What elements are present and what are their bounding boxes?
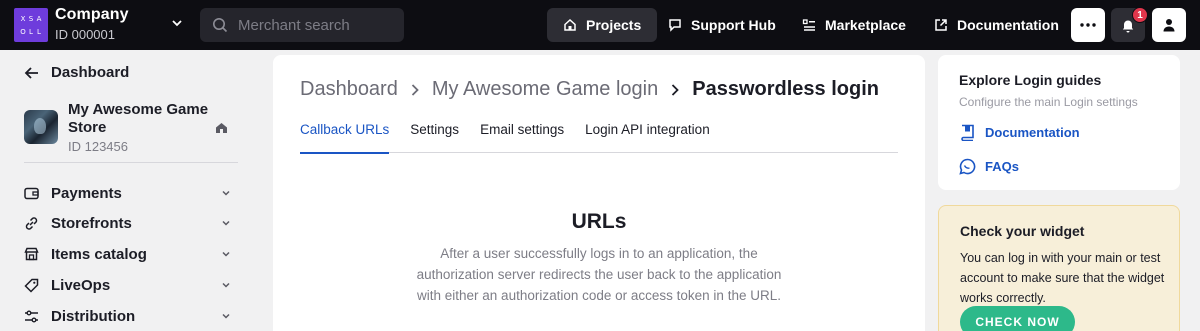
sidebar-item-label: Distribution [51, 307, 136, 325]
project-id: ID 123456 [68, 139, 128, 154]
logo-letter: L [29, 27, 33, 36]
guides-subtitle: Configure the main Login settings [959, 95, 1138, 109]
link-label: Documentation [985, 125, 1080, 140]
faqs-link[interactable]: FAQs [959, 158, 1019, 175]
company-id: ID 000001 [55, 27, 115, 42]
sidebar-item-items-catalog[interactable]: Items catalog [24, 242, 232, 266]
arrow-left-icon [24, 66, 38, 79]
user-icon [1163, 19, 1175, 32]
urls-heading: URLs [571, 210, 627, 233]
sidebar-item-label: Items catalog [51, 245, 147, 263]
notification-badge: 1 [1132, 7, 1148, 23]
home-icon[interactable] [215, 122, 228, 134]
back-to-dashboard[interactable]: Dashboard [24, 64, 129, 81]
search-input[interactable] [238, 16, 398, 34]
chevron-right-icon [670, 83, 680, 97]
main-card: Dashboard My Awesome Game login Password… [273, 55, 925, 331]
nav-projects[interactable]: Projects [547, 8, 658, 42]
tab-callback-urls[interactable]: Callback URLs [300, 119, 390, 154]
external-link-icon [935, 19, 947, 31]
sidebar-item-label: Payments [51, 184, 122, 202]
chevron-down-icon [222, 220, 230, 226]
documentation-link[interactable]: Documentation [959, 124, 1080, 141]
company-switcher[interactable]: Company ID 000001 [55, 6, 129, 42]
sidebar-item-storefronts[interactable]: Storefronts [24, 211, 232, 235]
link-icon [24, 216, 40, 231]
back-label: Dashboard [51, 64, 130, 81]
sidebar-item-distribution[interactable]: Distribution [24, 304, 232, 328]
nav-support-hub[interactable]: Support Hub [652, 8, 792, 42]
top-bar: X S A O L L Company ID 000001 Projects S… [0, 0, 1200, 50]
tab-bar: Callback URLs Settings Email settings Lo… [300, 119, 898, 154]
chat-icon [959, 158, 976, 175]
chevron-down-icon [222, 190, 230, 196]
nav-label: Documentation [957, 17, 1059, 33]
chevron-down-icon [222, 251, 230, 257]
tab-email-settings[interactable]: Email settings [480, 119, 564, 153]
chevron-down-icon [222, 313, 230, 319]
wallet-icon [24, 187, 40, 200]
company-name: Company [55, 6, 129, 23]
widget-title: Check your widget [960, 223, 1085, 239]
chat-icon [669, 19, 681, 32]
breadcrumb-dashboard[interactable]: Dashboard [300, 78, 398, 101]
breadcrumb-game-login[interactable]: My Awesome Game login [432, 78, 658, 101]
urls-description: After a user successfully logs in to an … [416, 246, 782, 303]
search-icon [213, 18, 228, 33]
logo-letter: A [36, 14, 42, 23]
page-title: Passwordless login [692, 78, 879, 100]
project-avatar [24, 110, 58, 144]
merchant-search[interactable] [200, 8, 404, 42]
nav-label: Support Hub [691, 17, 776, 33]
chevron-down-icon [222, 282, 230, 288]
logo-letter: X [20, 14, 26, 23]
logo-letter: S [28, 14, 34, 23]
tab-login-api-integration[interactable]: Login API integration [585, 119, 710, 153]
project-name: My Awesome Game Store [68, 101, 209, 136]
store-icon [24, 247, 40, 261]
nav-documentation[interactable]: Documentation [918, 8, 1075, 42]
more-button[interactable] [1071, 8, 1105, 42]
check-now-button[interactable]: CHECK NOW [960, 306, 1075, 331]
nav-label: Projects [586, 17, 642, 33]
book-icon [961, 124, 974, 141]
sidebar-item-label: LiveOps [51, 276, 111, 294]
logo-letter: O [20, 27, 26, 36]
breadcrumb: Dashboard My Awesome Game login Password… [300, 78, 879, 101]
chevron-right-icon [410, 83, 420, 97]
login-guides-panel: Explore Login guides Configure the main … [938, 55, 1180, 190]
profile-button[interactable] [1152, 8, 1186, 42]
more-icon [1080, 23, 1096, 27]
link-label: FAQs [985, 159, 1019, 174]
tag-icon [24, 278, 40, 293]
divider [24, 162, 238, 163]
tab-settings[interactable]: Settings [410, 119, 459, 153]
home-icon [564, 18, 576, 31]
notifications-button[interactable]: 1 [1111, 7, 1148, 42]
nav-label: Marketplace [825, 17, 906, 33]
logo-letter: L [37, 27, 41, 36]
sidebar-item-liveops[interactable]: LiveOps [24, 273, 232, 297]
list-icon [802, 19, 815, 31]
nav-marketplace[interactable]: Marketplace [786, 8, 922, 42]
sidebar-item-payments[interactable]: Payments [24, 181, 232, 205]
sliders-icon [24, 310, 40, 323]
sidebar: Dashboard My Awesome Game Store ID 12345… [0, 50, 256, 331]
sidebar-item-label: Storefronts [51, 214, 132, 232]
chevron-down-icon[interactable] [170, 16, 184, 30]
company-logo[interactable]: X S A O L L [14, 8, 48, 42]
widget-description: You can log in with your main or test ac… [960, 251, 1165, 305]
check-widget-panel: Check your widget You can log in with yo… [938, 205, 1180, 331]
guides-title: Explore Login guides [959, 72, 1102, 88]
